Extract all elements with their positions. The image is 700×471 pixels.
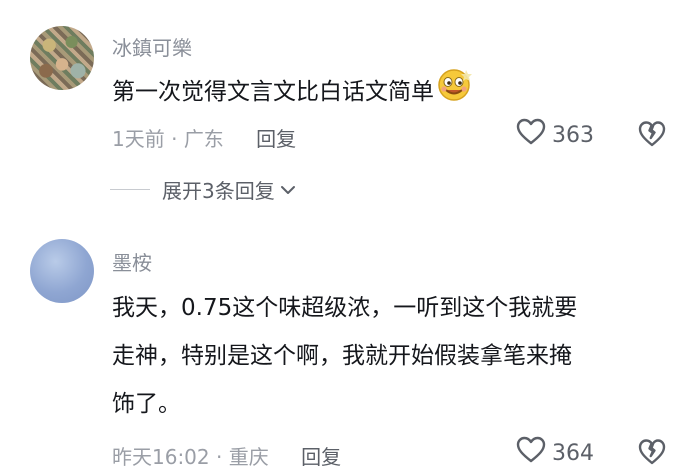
comment-text-line: 我天，0.75这个味超级浓，一听到这个我就要 (112, 295, 578, 321)
comment-time: 昨天16:02 (112, 445, 210, 469)
comment-username[interactable]: 冰鎮可樂 (112, 32, 192, 61)
like-button[interactable]: 364 (516, 436, 594, 470)
like-count: 363 (552, 122, 594, 148)
comment-text-line: 饰了。 (112, 391, 181, 417)
meta-separator: · (216, 445, 223, 469)
expand-replies-button[interactable]: 展开3条回复 (110, 175, 297, 204)
comment-text: 我天，0.75这个味超级浓，一听到这个我就要 走神，特别是这个啊，我就开始假装拿… (112, 284, 577, 428)
comment-time: 1天前 (112, 127, 165, 151)
comment-meta: 昨天16:02 · 重庆 回复 (112, 441, 341, 470)
heart-icon (516, 436, 546, 470)
dislike-button[interactable] (638, 438, 666, 470)
reply-button[interactable]: 回复 (256, 127, 296, 151)
comment-text-body: 第一次觉得文言文比白话文简单 (112, 79, 434, 105)
chevron-down-icon (279, 184, 297, 196)
broken-heart-icon (638, 439, 666, 470)
avatar[interactable] (30, 26, 94, 90)
broken-heart-icon (638, 121, 666, 152)
comment-text-line: 走神，特别是这个啊，我就开始假装拿笔来掩 (112, 343, 572, 369)
like-button[interactable]: 363 (516, 118, 594, 152)
comment-username[interactable]: 墨桉 (112, 247, 152, 276)
avatar[interactable] (30, 239, 94, 303)
expand-replies-label: 展开3条回复 (162, 179, 275, 203)
comment-location: 广东 (183, 127, 224, 151)
reply-button[interactable]: 回复 (301, 445, 341, 469)
meta-separator: · (171, 127, 178, 151)
comment-meta: 1天前 · 广东 回复 (112, 123, 296, 152)
heart-icon (516, 118, 546, 152)
expand-divider (110, 189, 150, 190)
like-count: 364 (552, 440, 594, 466)
smiling-face-emoji-icon (436, 66, 474, 119)
comment-text: 第一次觉得文言文比白话文简单 (112, 66, 474, 119)
dislike-button[interactable] (638, 120, 666, 152)
comment-location: 重庆 (228, 445, 269, 469)
